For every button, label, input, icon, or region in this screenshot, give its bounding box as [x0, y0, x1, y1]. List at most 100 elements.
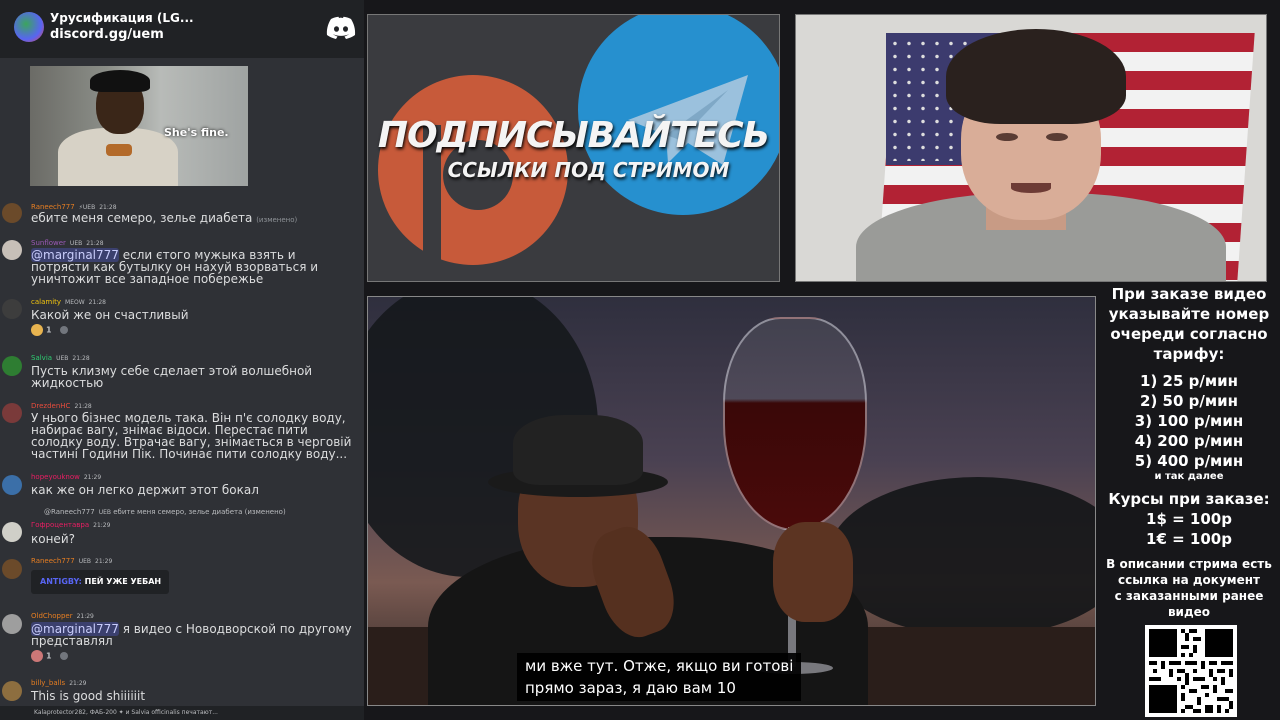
message-header: DrezdenHC 21:28: [31, 402, 92, 410]
message-text: коней?: [31, 532, 75, 546]
username[interactable]: Salvia: [31, 354, 52, 362]
reaction[interactable]: 1: [31, 650, 71, 664]
user-avatar[interactable]: [2, 475, 22, 495]
streamer-eye: [996, 133, 1018, 141]
tariff-item: 3) 100 р/мин: [1134, 412, 1244, 430]
username[interactable]: OldChopper: [31, 612, 73, 620]
subtitle-line: прямо зараз, я даю вам 10: [525, 679, 736, 697]
description-line: видео: [1167, 605, 1211, 619]
order-info-panel: При заказе видео указывайте номер очеред…: [1104, 284, 1274, 620]
laugh-emoji-icon: [31, 324, 43, 336]
rates-heading: Курсы при заказе:: [1108, 490, 1270, 508]
message-header: hopeyouknow 21:29: [31, 473, 101, 481]
user-badge: UEB: [56, 355, 69, 362]
discord-logo-icon: [326, 16, 356, 39]
timestamp: 21:29: [95, 558, 113, 565]
username[interactable]: hopeyouknow: [31, 473, 80, 481]
description-line: с заказанными ранее: [1114, 589, 1264, 603]
username[interactable]: Raneech777: [31, 557, 75, 565]
info-heading-line: При заказе видео: [1111, 285, 1267, 303]
username[interactable]: Гофроцентавра: [31, 521, 89, 529]
timestamp: 21:28: [86, 240, 104, 247]
message-text: Какой же он счастливый: [31, 308, 189, 322]
username[interactable]: Sunflower: [31, 239, 66, 247]
message-header: Гофроцентавра 21:29: [31, 521, 110, 529]
typing-indicator-text: Kalaprotector282, ФАБ-200 ✦ и Salvia off…: [34, 709, 218, 716]
message-text: ебите меня семеро, зелье диабета (измене…: [31, 211, 298, 225]
timestamp: 21:28: [72, 355, 90, 362]
rate-item: 1$ = 100р: [1146, 510, 1232, 528]
message-header: calamity MEOW 21:28: [31, 298, 106, 306]
tariff-item: 1) 25 р/мин: [1140, 372, 1238, 390]
embed-text: ANTIGBY: ПЕЙ УЖЕ УЕБАН: [40, 577, 162, 586]
username[interactable]: Raneech777: [31, 203, 75, 211]
timestamp: 21:29: [83, 474, 102, 481]
user-badge: UEB: [69, 240, 83, 247]
message-header: billy_balls 21:29: [31, 679, 87, 687]
user-avatar[interactable]: [2, 614, 22, 634]
qr-code-icon[interactable]: [1145, 625, 1237, 717]
timestamp: 21:28: [74, 403, 92, 410]
user-avatar[interactable]: [2, 240, 22, 260]
user-avatar[interactable]: [2, 681, 22, 701]
add-reaction-icon[interactable]: [60, 326, 69, 334]
main-video-player[interactable]: ми вже тут. Отже, якщо ви готові прямо з…: [367, 296, 1096, 706]
username[interactable]: calamity: [31, 298, 61, 306]
server-name: Урусификация (LG...: [50, 11, 194, 25]
video-man-holding-hand: [773, 522, 853, 622]
banner-title: ПОДПИСЫВАЙТЕСЬ: [377, 115, 770, 156]
timestamp: 21:28: [99, 204, 117, 211]
rate-item: 1€ = 100р: [1146, 530, 1232, 548]
tariff-etc: и так далее: [1154, 471, 1224, 482]
reply-reference[interactable]: @Raneech777 UEB ебите меня семеро, зелье …: [44, 508, 286, 516]
streamer-hair: [946, 29, 1126, 124]
user-avatar[interactable]: [2, 203, 22, 223]
streamer-webcam: [795, 14, 1267, 282]
emoji-icon: [31, 650, 43, 662]
message-header: Salvia UEB 21:28: [31, 354, 90, 362]
user-badge: MEOW: [65, 299, 85, 306]
reaction[interactable]: 1: [31, 324, 71, 338]
info-heading-line: указывайте номер: [1108, 305, 1270, 323]
timestamp: 21:29: [93, 522, 111, 529]
chat-gif-image: She's fine.: [30, 66, 248, 186]
subscribe-banner: ПОДПИСЫВАЙТЕСЬ ССЫЛКИ ПОД СТРИМОМ: [367, 14, 780, 282]
subtitle-line: ми вже тут. Отже, якщо ви готові: [525, 657, 794, 675]
username[interactable]: billy_balls: [31, 679, 65, 687]
streamer-eye: [1046, 133, 1068, 141]
tariff-item: 5) 400 р/мин: [1134, 452, 1244, 470]
tariff-item: 2) 50 р/мин: [1140, 392, 1238, 410]
message-header: Raneech777 UEB 21:29: [31, 557, 112, 565]
user-avatar[interactable]: [2, 356, 22, 376]
gif-caption: She's fine.: [164, 126, 229, 139]
username[interactable]: DrezdenHC: [31, 402, 70, 410]
gif-figure-body: [58, 128, 178, 186]
user-badge: ⚡UEB: [78, 204, 96, 211]
banner-subtitle: ССЫЛКИ ПОД СТРИМОМ: [447, 158, 730, 182]
message-text: Пусть клизму себе сделает этой волшебной…: [31, 364, 313, 390]
streamer-mouth: [1011, 183, 1051, 193]
gif-figure-bowtie: [106, 144, 132, 156]
wine-glass-bowl: [723, 317, 867, 531]
message-text: У нього бізнес модель така. Він п'є соло…: [31, 411, 352, 461]
message-text: как же он легко держит этот бокал: [31, 483, 259, 497]
timestamp: 21:28: [88, 299, 106, 306]
user-avatar[interactable]: [2, 403, 22, 423]
server-icon: [14, 12, 44, 42]
add-reaction-icon[interactable]: [60, 652, 69, 660]
info-heading-line: тарифу:: [1153, 345, 1225, 363]
description-line: ссылка на документ: [1118, 573, 1260, 587]
video-subtitles: ми вже тут. Отже, якщо ви готові прямо з…: [517, 653, 802, 701]
user-avatar[interactable]: [2, 559, 22, 579]
message-header: Sunflower UEB 21:28: [31, 239, 104, 247]
user-badge: UEB: [78, 558, 92, 565]
video-man-hat: [513, 415, 643, 485]
gif-figure-hair: [90, 70, 150, 92]
message-header: Raneech777 ⚡UEB 21:28: [31, 203, 117, 211]
message-text: This is good shiiiiiit: [31, 689, 146, 703]
user-avatar[interactable]: [2, 522, 22, 542]
description-line: В описании стрима есть: [1106, 557, 1272, 571]
server-invite-link[interactable]: discord.gg/uem: [50, 27, 164, 42]
user-avatar[interactable]: [2, 299, 22, 319]
discord-chat-widget: Урусификация (LG... discord.gg/uem She's…: [0, 0, 364, 720]
